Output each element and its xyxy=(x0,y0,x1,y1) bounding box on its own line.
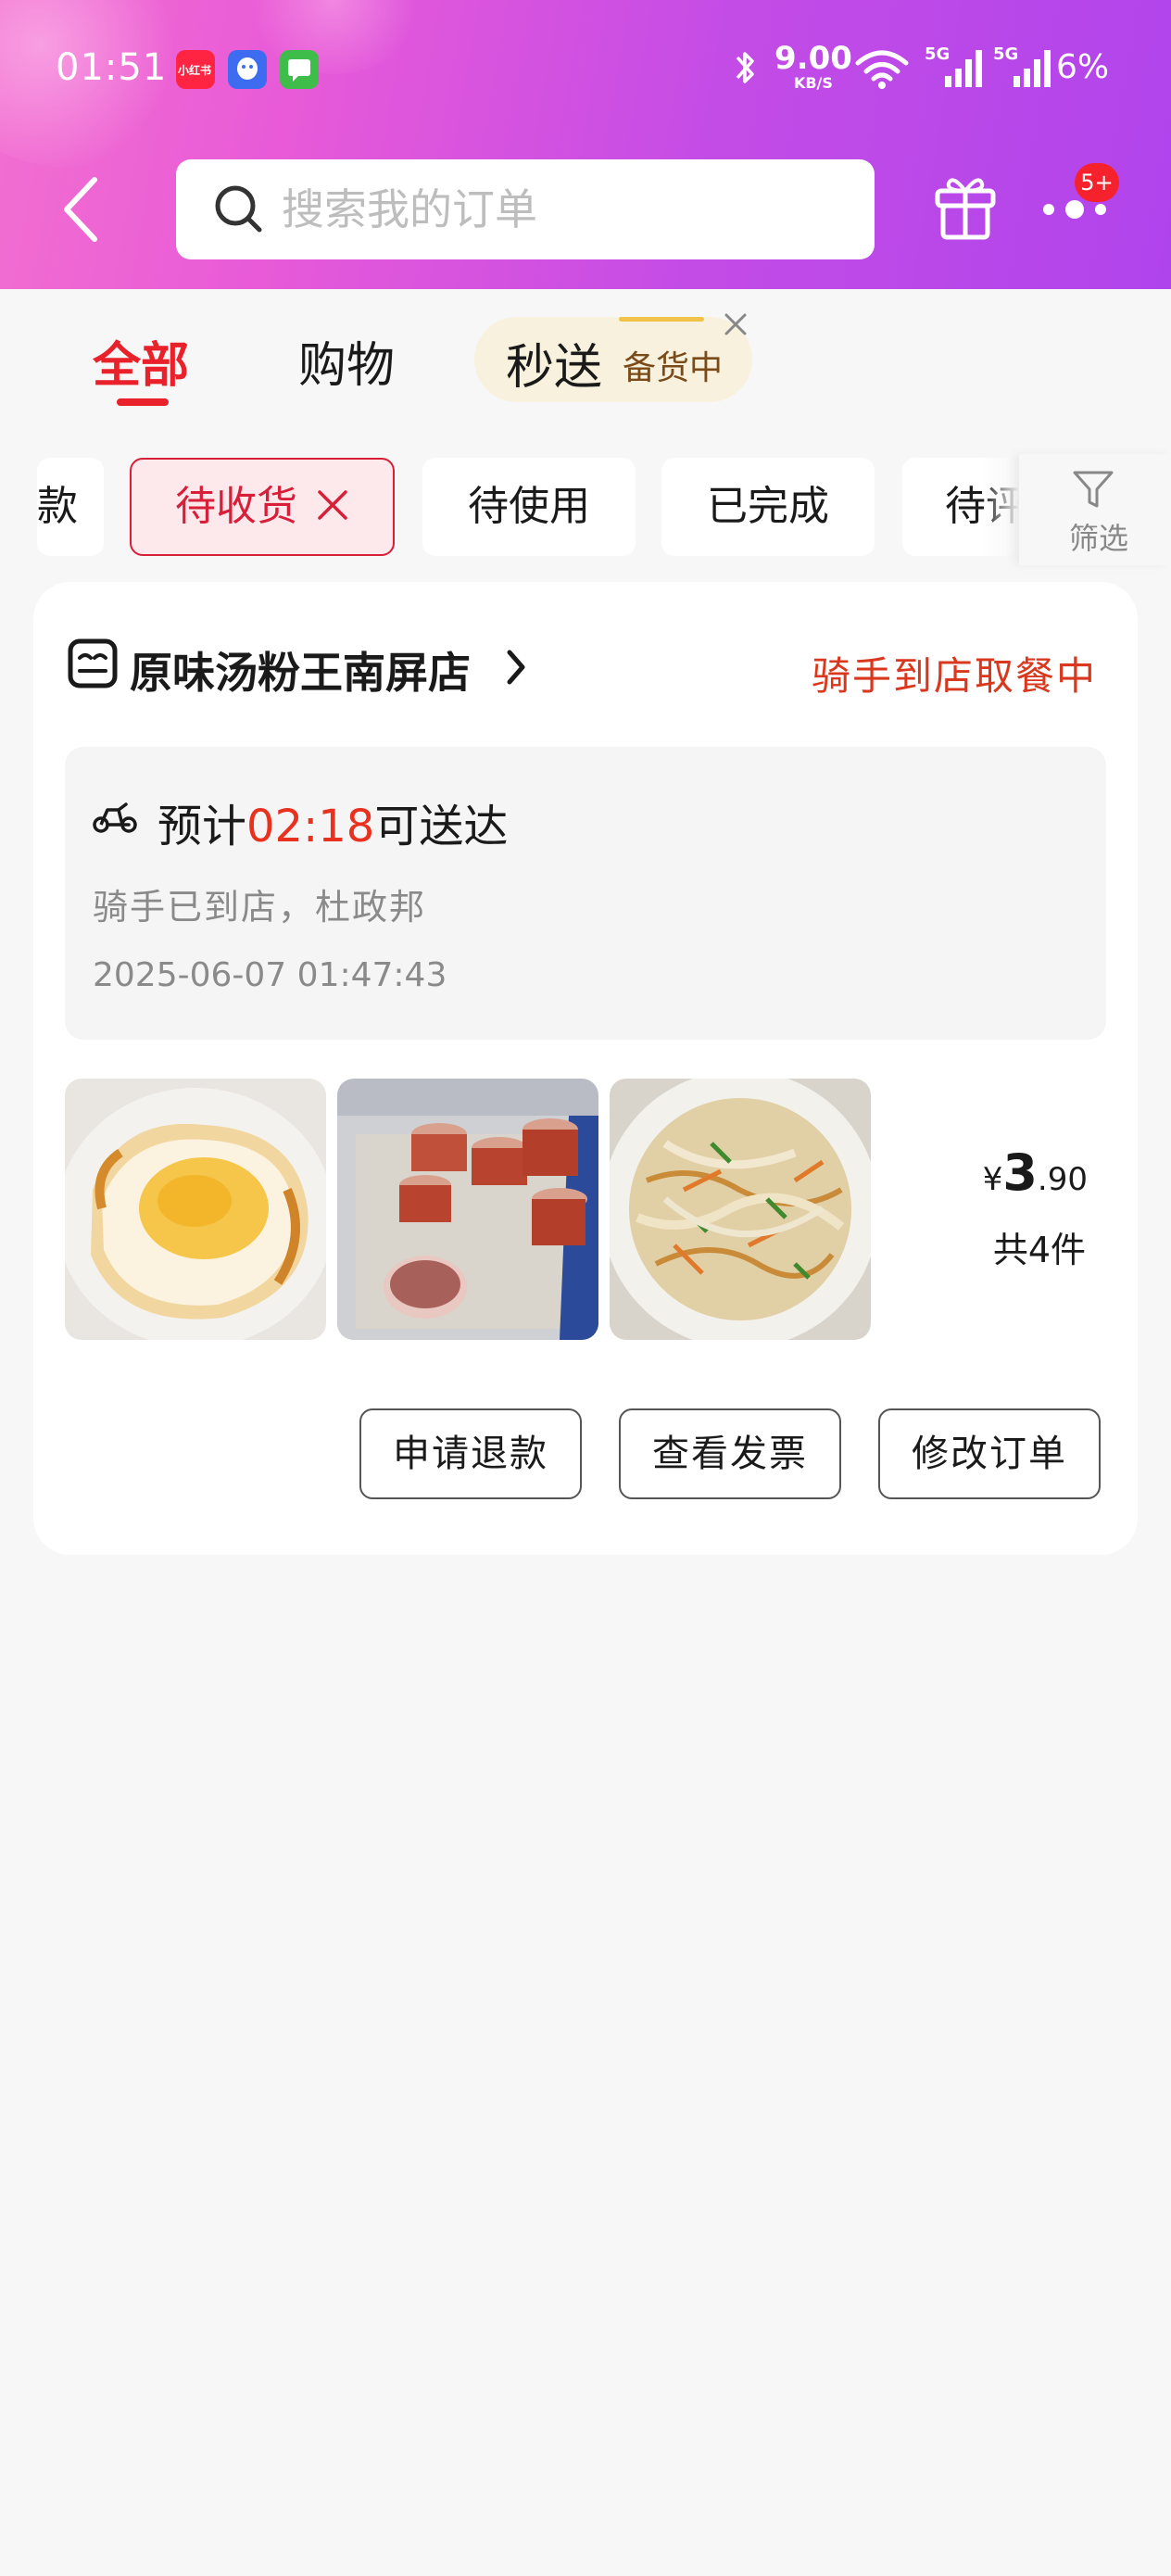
search-bar[interactable] xyxy=(176,159,875,259)
order-category-tabs: 全部 购物 秒送 备货中 xyxy=(0,289,1171,428)
modify-order-button[interactable]: 修改订单 xyxy=(878,1408,1101,1499)
view-invoice-button[interactable]: 查看发票 xyxy=(619,1408,841,1499)
eta-time: 02:18 xyxy=(246,801,375,852)
active-tab-indicator xyxy=(117,398,169,406)
battery-level: 6% xyxy=(1056,48,1110,86)
tab-all[interactable]: 全部 xyxy=(93,326,189,396)
signal-5g-1-icon: 5G xyxy=(925,44,984,91)
status-time: 01:51 xyxy=(56,46,168,89)
bluetooth-icon xyxy=(736,52,754,83)
signal-5g-2-icon: 5G xyxy=(993,44,1052,91)
filter-button[interactable]: 筛选 xyxy=(1019,454,1171,565)
messages-app-icon xyxy=(280,50,319,89)
chip-to-use[interactable]: 待使用 xyxy=(422,458,636,556)
search-input[interactable] xyxy=(282,159,837,259)
network-speed: 9.00 KB/S xyxy=(774,40,852,92)
search-icon xyxy=(215,185,262,233)
close-icon[interactable] xyxy=(721,309,750,339)
chip-refund[interactable]: 款 xyxy=(37,458,104,556)
back-icon[interactable] xyxy=(59,172,106,246)
order-status: 骑手到店取餐中 xyxy=(811,653,1097,699)
filter-icon xyxy=(1073,471,1114,508)
product-image-stir-fried-noodles[interactable] xyxy=(610,1079,871,1340)
order-card[interactable]: 原味汤粉王南屏店 骑手到店取餐中 预计02:18可送达 骑手已到店，杜政邦 20… xyxy=(33,582,1138,1555)
wifi-icon xyxy=(855,50,909,89)
delivery-eta: 预计02:18可送达 xyxy=(157,801,509,852)
order-price: ¥3.90 xyxy=(982,1143,1088,1202)
item-count: 共4件 xyxy=(992,1230,1086,1270)
gift-icon[interactable] xyxy=(932,170,999,245)
chip-pending-receipt[interactable]: 待收货 xyxy=(130,458,395,556)
tab-shopping[interactable]: 购物 xyxy=(298,326,395,396)
xiaohongshu-app-icon: 小红书 xyxy=(176,50,215,89)
product-image-fried-egg[interactable] xyxy=(65,1079,326,1340)
filter-label: 筛选 xyxy=(1069,521,1129,556)
order-timestamp: 2025-06-07 01:47:43 xyxy=(93,956,447,994)
rider-info: 骑手已到店，杜政邦 xyxy=(93,887,427,928)
store-icon xyxy=(68,638,118,688)
chevron-right-icon[interactable] xyxy=(504,649,528,686)
tab-flash-delivery[interactable]: 秒送 备货中 xyxy=(474,317,752,402)
notification-badge: 5+ xyxy=(1075,163,1119,202)
chip-completed[interactable]: 已完成 xyxy=(661,458,875,556)
status-filter-bar: 款 待收货 待使用 已完成 待评 筛选 xyxy=(0,454,1171,565)
tab-flash-label: 秒送 xyxy=(506,340,603,396)
delivery-info[interactable]: 预计02:18可送达 骑手已到店，杜政邦 2025-06-07 01:47:43 xyxy=(65,747,1106,1040)
header: 01:51 小红书 9.00 KB/S 5G 5G 6% 搜索我的订单 5+ xyxy=(0,0,1171,289)
clear-filter-icon[interactable] xyxy=(316,488,349,522)
scooter-icon xyxy=(93,802,137,833)
qq-app-icon xyxy=(228,50,267,89)
tab-flash-status: 备货中 xyxy=(623,349,724,387)
product-image-sauce-cups[interactable] xyxy=(337,1079,598,1340)
store-name[interactable]: 原味汤粉王南屏店 xyxy=(130,639,471,701)
request-refund-button[interactable]: 申请退款 xyxy=(359,1408,582,1499)
